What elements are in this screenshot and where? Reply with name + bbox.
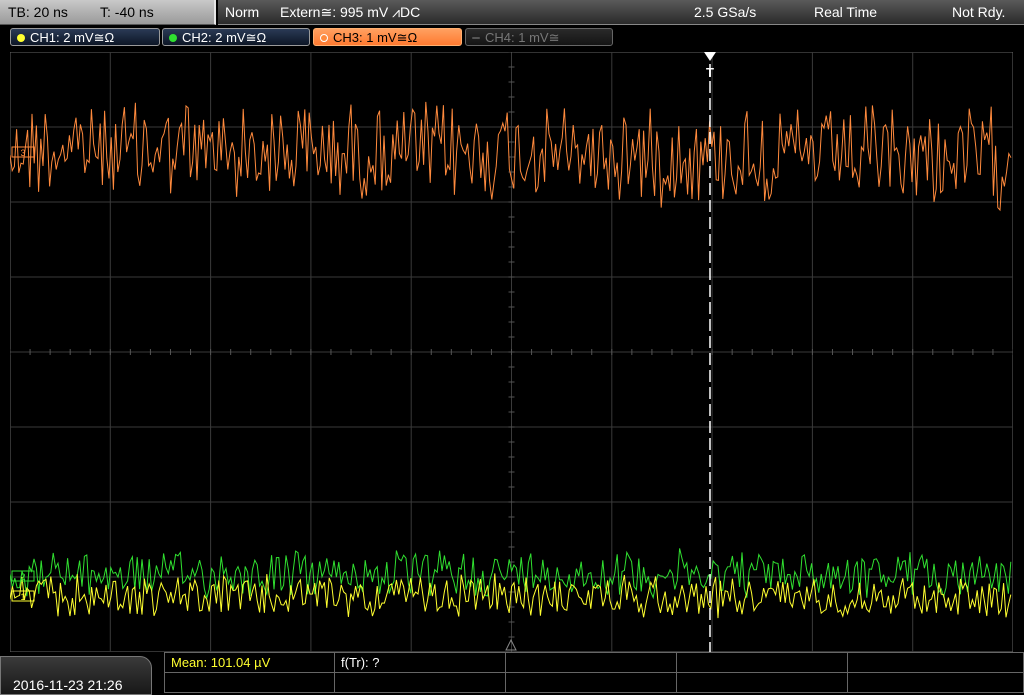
- channel-1-label: CH1: 2 mV≅Ω: [30, 30, 115, 45]
- acquisition-status-panel[interactable]: Norm Extern≅: 995 mV ⩘DC 2.5 GSa/s Real …: [218, 0, 1024, 25]
- acquisition-mode: Real Time: [814, 4, 878, 20]
- channel-3-button[interactable]: CH3: 1 mV≅Ω: [313, 28, 462, 46]
- measurement-slot-10[interactable]: [847, 672, 1024, 693]
- channel-2-label: CH2: 2 mV≅Ω: [182, 30, 267, 45]
- channel-3-label: CH3: 1 mV≅Ω: [333, 30, 418, 45]
- channel-4-indicator-icon: [472, 37, 480, 39]
- measurement-slot-6[interactable]: [164, 672, 335, 693]
- channel-2-level-label: 2: [20, 572, 25, 582]
- timebase-value: TB: 20 ns: [8, 4, 68, 20]
- channel-3-indicator-icon: [320, 34, 328, 42]
- channel-1-indicator-icon: [17, 34, 25, 42]
- datetime-panel: 2016-11-23 21:26: [0, 656, 152, 695]
- channel-2-indicator-icon: [169, 34, 177, 42]
- measurement-slot-5[interactable]: [847, 652, 1024, 673]
- channel-1-button[interactable]: CH1: 2 mV≅Ω: [10, 28, 160, 46]
- channel-2-button[interactable]: CH2: 2 mV≅Ω: [162, 28, 310, 46]
- bottom-bar: 2016-11-23 21:26 Mean: 101.04 µV f(Tr): …: [0, 652, 1024, 695]
- top-status-bar: TB: 20 ns T: -40 ns Norm Extern≅: 995 mV…: [0, 0, 1024, 25]
- frequency-measurement[interactable]: f(Tr): ?: [334, 652, 506, 673]
- sample-rate: 2.5 GSa/s: [694, 4, 757, 20]
- trigger-mode: Norm: [225, 4, 260, 20]
- waveform-display[interactable]: T 3 2 1: [10, 52, 1013, 652]
- channel-3-level-label: 3: [20, 148, 25, 158]
- timebase-panel[interactable]: TB: 20 ns T: -40 ns: [0, 0, 216, 25]
- acquisition-state: Not Rdy.: [952, 4, 1006, 20]
- datetime-value: 2016-11-23 21:26: [13, 677, 123, 693]
- trigger-source: Extern≅: 995 mV ⩘DC: [280, 4, 421, 20]
- channel-1-level-label: 1: [20, 592, 25, 602]
- measurement-slot-9[interactable]: [676, 672, 848, 693]
- trigger-marker-label: T: [706, 65, 714, 80]
- mean-measurement[interactable]: Mean: 101.04 µV: [164, 652, 335, 673]
- measurement-slot-4[interactable]: [676, 652, 848, 673]
- measurement-slot-3[interactable]: [505, 652, 677, 673]
- measurement-slot-7[interactable]: [334, 672, 506, 693]
- measurement-slot-8[interactable]: [505, 672, 677, 693]
- channel-4-label: CH4: 1 mV≅: [485, 30, 560, 45]
- time-offset-value: T: -40 ns: [100, 4, 154, 20]
- channel-4-button[interactable]: CH4: 1 mV≅: [465, 28, 613, 46]
